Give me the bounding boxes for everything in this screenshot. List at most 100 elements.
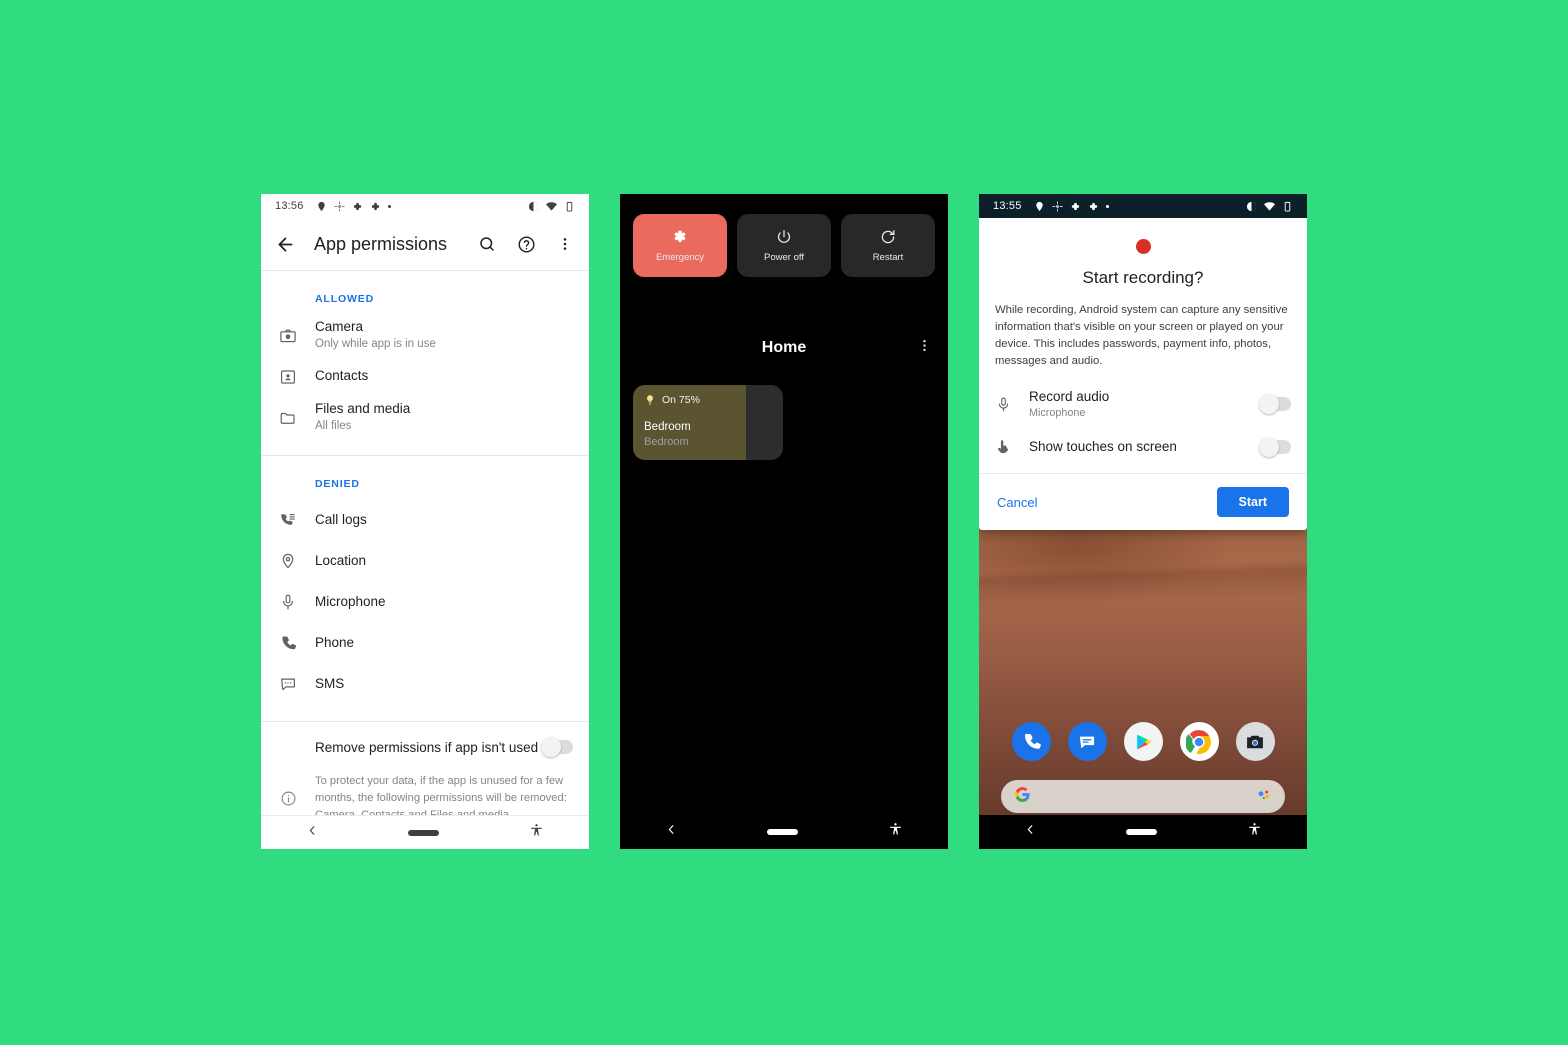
- permission-row-files-and-media[interactable]: Files and media All files: [261, 397, 589, 438]
- power-menu-label: Power off: [764, 252, 804, 263]
- permission-title: Files and media: [315, 401, 411, 417]
- dock: [979, 722, 1307, 761]
- dialog-option-show-touches[interactable]: Show touches on screen: [995, 436, 1291, 457]
- phone-icon[interactable]: [1011, 722, 1051, 761]
- nfc-icon: [1051, 200, 1063, 212]
- cancel-button[interactable]: Cancel: [997, 495, 1037, 510]
- search-icon[interactable]: [476, 233, 498, 255]
- navigation-bar: [620, 815, 948, 849]
- permission-text: Microphone: [315, 594, 386, 611]
- nav-home-pill[interactable]: [767, 829, 799, 835]
- permission-text: Contacts: [315, 368, 368, 385]
- help-icon[interactable]: [515, 233, 537, 255]
- nav-accessibility-icon[interactable]: [888, 822, 903, 842]
- battery-icon: [1284, 201, 1291, 212]
- dot-icon: [387, 204, 391, 208]
- power-menu-label: Restart: [872, 252, 904, 263]
- screenshot-stage: 13:56 App permissions ALLOWED Camera Onl…: [0, 0, 1568, 1045]
- messages-icon[interactable]: [1067, 722, 1107, 761]
- asterisk-icon: [1071, 202, 1079, 210]
- nav-home-pill[interactable]: [408, 829, 440, 836]
- permission-title: Camera: [315, 319, 364, 334]
- nav-home-pill[interactable]: [1126, 829, 1158, 835]
- status-bar-time: 13:56: [275, 200, 304, 212]
- microphone-icon: [995, 396, 1029, 413]
- asterisk-icon: [353, 202, 361, 210]
- power-menu-row: Emergency Power off Restart: [620, 194, 948, 277]
- nav-back-icon[interactable]: [665, 823, 678, 841]
- start-button[interactable]: Start: [1216, 487, 1289, 518]
- dialog-option-text: Show touches on screen: [1029, 438, 1261, 456]
- phone-icon: [261, 634, 315, 652]
- dialog-option-subtitle: Microphone: [1029, 407, 1086, 420]
- dialog-option-record-audio[interactable]: Record audio Microphone: [995, 388, 1291, 421]
- folder-icon: [261, 409, 315, 427]
- play-store-icon[interactable]: [1123, 722, 1163, 761]
- remove-permissions-label: Remove permissions if app isn't used: [315, 739, 539, 755]
- nav-accessibility-icon[interactable]: [1247, 822, 1262, 842]
- permission-subtitle: All files: [315, 420, 352, 433]
- remove-permissions-row[interactable]: Remove permissions if app isn't used: [261, 722, 589, 769]
- camera-icon: [261, 327, 315, 345]
- app-bar: App permissions: [261, 218, 589, 270]
- navigation-bar: [261, 815, 589, 849]
- record-audio-toggle[interactable]: [1259, 394, 1291, 415]
- power-menu-power-off-button[interactable]: Power off: [737, 214, 831, 277]
- permission-title: Phone: [315, 634, 355, 650]
- back-arrow-icon[interactable]: [274, 233, 296, 255]
- nfc-icon: [333, 200, 345, 212]
- section-header-allowed: ALLOWED: [315, 293, 375, 305]
- permission-title: Microphone: [315, 593, 386, 609]
- chrome-icon[interactable]: [1179, 722, 1219, 761]
- permission-row-contacts[interactable]: Contacts: [261, 356, 589, 397]
- status-bar-time: 13:55: [993, 200, 1022, 212]
- asterisk-icon: [1089, 202, 1097, 210]
- page-title: App permissions: [314, 233, 448, 254]
- overflow-menu-icon[interactable]: [554, 233, 576, 255]
- google-search-bar[interactable]: [1001, 780, 1285, 813]
- status-bar: 13:55: [979, 194, 1307, 218]
- permission-row-phone[interactable]: Phone: [261, 623, 589, 664]
- wallpaper-ridge-lower: [979, 565, 1307, 610]
- location-pin-icon: [261, 552, 315, 570]
- dnd-icon: [528, 201, 539, 211]
- home-controls-header: Home: [620, 339, 948, 357]
- permission-row-microphone[interactable]: Microphone: [261, 582, 589, 623]
- phone-screen-recording-dialog: 13:55 Start recording? While recording, …: [979, 194, 1307, 849]
- permission-title: Location: [315, 552, 367, 568]
- permission-row-call-logs[interactable]: Call logs: [261, 500, 589, 541]
- asterisk-icon: [371, 202, 379, 210]
- app-bar-actions: [476, 233, 576, 255]
- record-dot-icon: [1135, 239, 1151, 254]
- wifi-icon: [546, 201, 557, 211]
- camera-icon[interactable]: [1235, 722, 1275, 761]
- permission-title: SMS: [315, 675, 345, 691]
- touch-icon: [995, 438, 1029, 455]
- dialog-option-title: Record audio: [1029, 388, 1110, 404]
- power-menu-restart-button[interactable]: Restart: [841, 214, 935, 277]
- nav-back-icon[interactable]: [306, 824, 319, 842]
- show-touches-toggle[interactable]: [1259, 436, 1291, 457]
- permission-row-sms[interactable]: SMS: [261, 664, 589, 705]
- permission-row-camera[interactable]: Camera Only while app is in use: [261, 315, 589, 356]
- google-g-icon: [1014, 786, 1031, 808]
- home-control-state-text: On 75%: [662, 394, 700, 406]
- status-bar-left-icons: [1034, 200, 1109, 212]
- google-assistant-icon[interactable]: [1255, 786, 1272, 808]
- nav-accessibility-icon[interactable]: [529, 823, 544, 843]
- status-bar: 13:56: [261, 194, 589, 218]
- microphone-icon: [261, 593, 315, 611]
- location-icon: [1035, 201, 1043, 211]
- overflow-menu-icon[interactable]: [917, 338, 932, 358]
- power-icon: [777, 229, 791, 243]
- screen-record-dialog: Start recording? While recording, Androi…: [979, 218, 1307, 531]
- permission-row-location[interactable]: Location: [261, 541, 589, 582]
- power-menu-emergency-button[interactable]: Emergency: [633, 214, 727, 277]
- dialog-title: Start recording?: [1082, 268, 1204, 287]
- remove-permissions-toggle[interactable]: [541, 737, 573, 758]
- permission-title: Call logs: [315, 511, 367, 527]
- home-control-tile-bedroom[interactable]: On 75% Bedroom Bedroom: [633, 385, 783, 460]
- permission-text: Location: [315, 553, 366, 570]
- nav-back-icon[interactable]: [1024, 823, 1037, 841]
- navigation-bar: [979, 815, 1307, 849]
